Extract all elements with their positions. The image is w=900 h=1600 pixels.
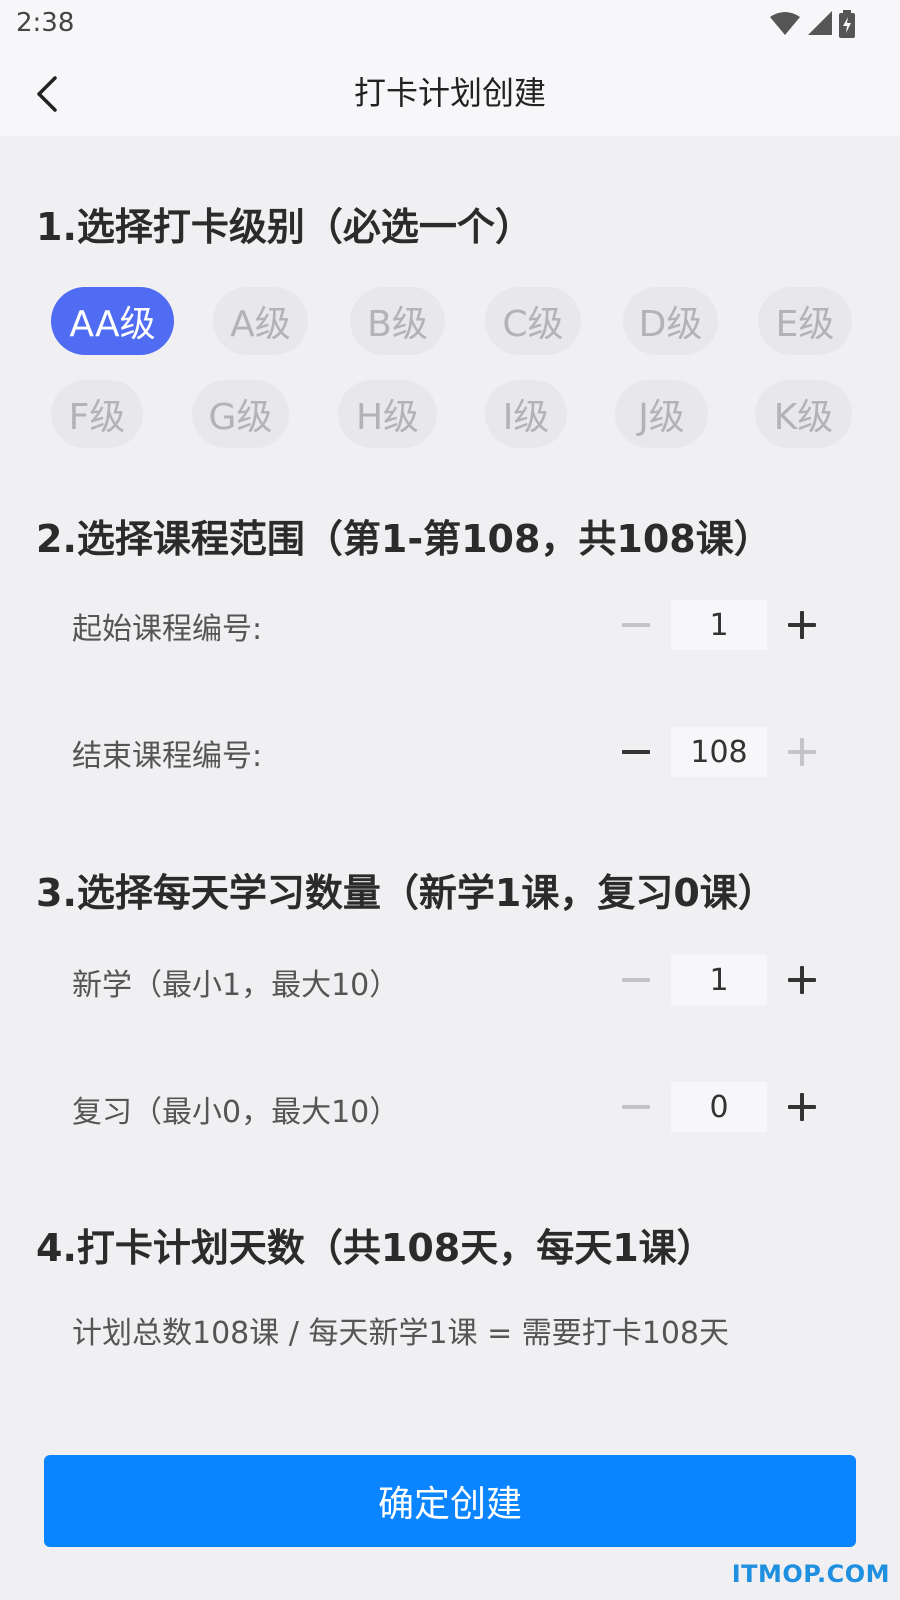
plus-icon-vertical bbox=[800, 738, 804, 766]
confirm-create-button[interactable]: 确定创建 bbox=[44, 1455, 856, 1547]
section-days-title: 4.打卡计划天数（共108天，每天1课） bbox=[36, 1226, 715, 1270]
level-chip-e[interactable]: E级 bbox=[758, 287, 852, 355]
level-chip-d[interactable]: D级 bbox=[623, 287, 718, 355]
plus-icon-vertical bbox=[800, 966, 804, 994]
plan-days-formula: 计划总数108课 / 每天新学1课 = 需要打卡108天 bbox=[72, 1316, 729, 1351]
new-lessons-increment-button[interactable] bbox=[772, 955, 832, 1005]
review-lessons-label: 复习（最小0，最大10） bbox=[72, 1095, 400, 1130]
plus-icon-vertical bbox=[800, 1093, 804, 1121]
end-course-decrement-button[interactable] bbox=[606, 727, 666, 777]
start-course-decrement-button[interactable] bbox=[606, 600, 666, 650]
level-chip-a[interactable]: A级 bbox=[213, 287, 308, 355]
level-chip-aa[interactable]: AA级 bbox=[51, 287, 174, 355]
review-lessons-decrement-button[interactable] bbox=[606, 1082, 666, 1132]
level-chip-g[interactable]: G级 bbox=[192, 380, 289, 448]
minus-icon bbox=[622, 1105, 650, 1109]
review-lessons-value[interactable]: 0 bbox=[671, 1082, 767, 1132]
start-course-increment-button[interactable] bbox=[772, 600, 832, 650]
start-course-value[interactable]: 1 bbox=[671, 600, 767, 650]
end-course-label: 结束课程编号: bbox=[72, 739, 263, 774]
end-course-value[interactable]: 108 bbox=[671, 727, 767, 777]
new-lessons-decrement-button[interactable] bbox=[606, 955, 666, 1005]
cell-signal-icon bbox=[808, 11, 832, 35]
end-course-increment-button[interactable] bbox=[772, 727, 832, 777]
section-range-title: 2.选择课程范围（第1-第108，共108课） bbox=[36, 517, 772, 561]
watermark: ITMOP.COM bbox=[731, 1560, 890, 1588]
new-lessons-value[interactable]: 1 bbox=[671, 955, 767, 1005]
section-level-title: 1.选择打卡级别（必选一个） bbox=[36, 205, 533, 249]
nav-bar: 打卡计划创建 bbox=[0, 52, 900, 136]
review-lessons-increment-button[interactable] bbox=[772, 1082, 832, 1132]
level-chip-i[interactable]: I级 bbox=[485, 380, 567, 448]
status-icons bbox=[770, 10, 856, 38]
page-title: 打卡计划创建 bbox=[353, 74, 546, 112]
battery-icon bbox=[839, 10, 855, 38]
start-course-label: 起始课程编号: bbox=[72, 612, 263, 647]
wifi-icon bbox=[770, 12, 800, 35]
level-chip-j[interactable]: J级 bbox=[615, 380, 708, 448]
minus-icon bbox=[622, 978, 650, 982]
level-chip-c[interactable]: C级 bbox=[485, 287, 581, 355]
plus-icon-vertical bbox=[800, 611, 804, 639]
minus-icon bbox=[622, 750, 650, 754]
level-chip-b[interactable]: B级 bbox=[350, 287, 445, 355]
new-lessons-label: 新学（最小1，最大10） bbox=[72, 968, 400, 1003]
minus-icon bbox=[622, 623, 650, 627]
level-chip-f[interactable]: F级 bbox=[51, 380, 143, 448]
level-chip-k[interactable]: K级 bbox=[755, 380, 852, 448]
level-chip-h[interactable]: H级 bbox=[338, 380, 437, 448]
status-time: 2:38 bbox=[16, 8, 75, 38]
section-daily-title: 3.选择每天学习数量（新学1课，复习0课） bbox=[36, 871, 776, 915]
status-bar: 2:38 bbox=[0, 0, 900, 52]
